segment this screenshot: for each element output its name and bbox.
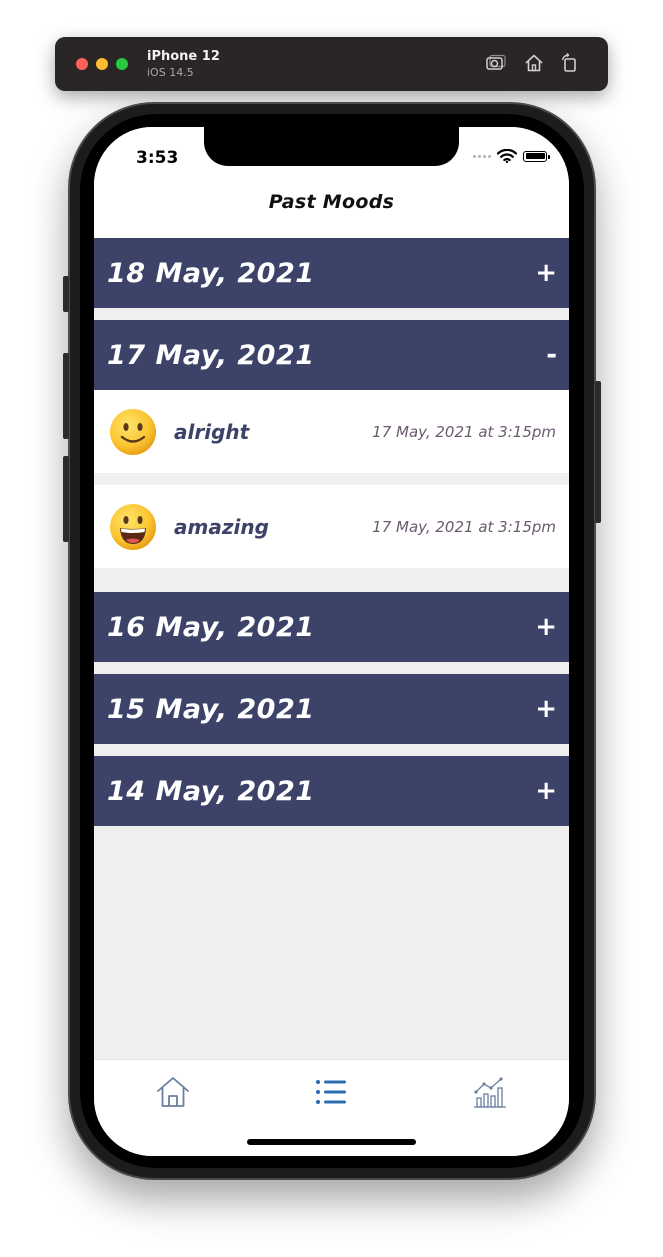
home-button[interactable] (523, 52, 545, 74)
zoom-window-button[interactable] (116, 58, 128, 70)
section-date: 16 May, 2021 (107, 611, 315, 643)
tab-home[interactable] (155, 1074, 191, 1110)
mood-timestamp: 17 May, 2021 at 3:15pm (372, 422, 556, 441)
navigation-header: Past Moods (94, 166, 569, 238)
simulator-device-name: iPhone 12 (147, 49, 220, 64)
status-icons (473, 149, 550, 163)
mood-entry-row[interactable]: alright 17 May, 2021 at 3:15pm (94, 390, 569, 473)
mood-entry-row[interactable]: amazing 17 May, 2021 at 3:15pm (94, 485, 569, 568)
simulator-title-bar: iPhone 12 iOS 14.5 (55, 37, 608, 91)
mood-label: amazing (174, 514, 269, 539)
wifi-icon (497, 149, 517, 163)
tab-stats[interactable] (472, 1074, 508, 1110)
mood-history-list: 18 May, 2021 + 17 May, 2021 - alright 17… (94, 238, 569, 826)
power-button (595, 381, 601, 523)
section-header-18-may[interactable]: 18 May, 2021 + (94, 238, 569, 308)
home-icon (157, 1077, 189, 1107)
grinning-face-icon (109, 503, 157, 551)
volume-down-button (63, 456, 69, 542)
mute-switch (63, 276, 69, 312)
notch (204, 127, 459, 166)
house-icon (525, 54, 543, 72)
tab-history[interactable] (313, 1074, 349, 1110)
rotate-button[interactable] (559, 52, 581, 74)
cellular-signal-icon (473, 154, 491, 158)
row-gap (94, 473, 569, 485)
mood-label: alright (174, 419, 250, 444)
rotate-icon (561, 53, 576, 72)
section-date: 17 May, 2021 (107, 339, 315, 371)
simulator-os-version: iOS 14.5 (147, 66, 194, 79)
section-header-16-may[interactable]: 16 May, 2021 + (94, 592, 569, 662)
section-header-17-may[interactable]: 17 May, 2021 - (94, 320, 569, 390)
expand-icon[interactable]: + (535, 260, 557, 286)
phone-screen: 3:53 Past Moods 18 May, 2021 + 17 May, 2… (94, 127, 569, 1156)
mood-timestamp: 17 May, 2021 at 3:15pm (372, 517, 556, 536)
expand-icon[interactable]: + (535, 778, 557, 804)
section-date: 15 May, 2021 (107, 693, 315, 725)
battery-icon (523, 150, 550, 162)
expand-icon[interactable]: + (535, 614, 557, 640)
section-date: 14 May, 2021 (107, 775, 315, 807)
camera-icon (486, 54, 506, 70)
screenshot-button[interactable] (484, 52, 506, 74)
collapse-icon[interactable]: - (546, 342, 557, 368)
home-indicator[interactable] (247, 1139, 416, 1145)
page-title: Past Moods (268, 191, 395, 213)
close-window-button[interactable] (76, 58, 88, 70)
list-icon (316, 1080, 346, 1104)
section-header-15-may[interactable]: 15 May, 2021 + (94, 674, 569, 744)
section-date: 18 May, 2021 (107, 257, 315, 289)
minimize-window-button[interactable] (96, 58, 108, 70)
status-time: 3:53 (136, 148, 179, 168)
expand-icon[interactable]: + (535, 696, 557, 722)
section-header-14-may[interactable]: 14 May, 2021 + (94, 756, 569, 826)
chart-icon (474, 1077, 506, 1108)
slightly-smiling-face-icon (109, 408, 157, 456)
volume-up-button (63, 353, 69, 439)
